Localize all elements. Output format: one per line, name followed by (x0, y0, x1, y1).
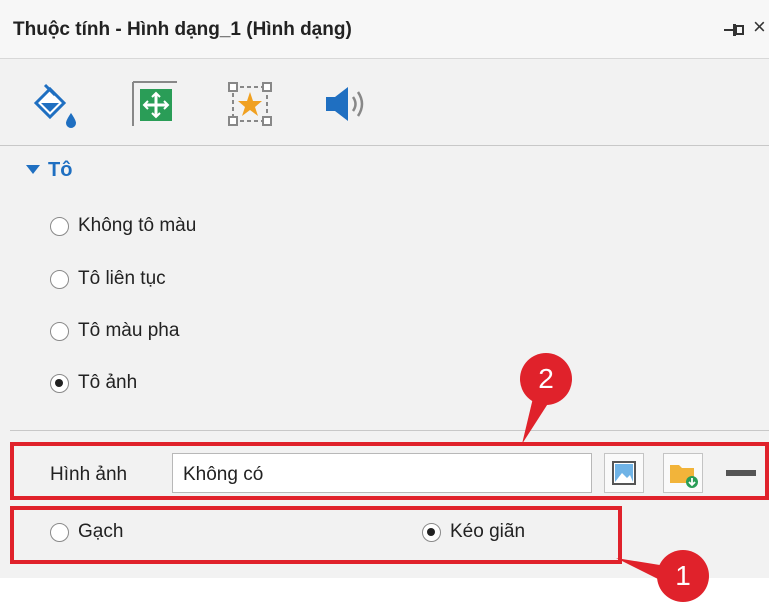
callout-badge-2: 2 (520, 353, 572, 405)
callout-badge-1: 1 (657, 550, 709, 602)
callout-pointers (522, 398, 666, 580)
